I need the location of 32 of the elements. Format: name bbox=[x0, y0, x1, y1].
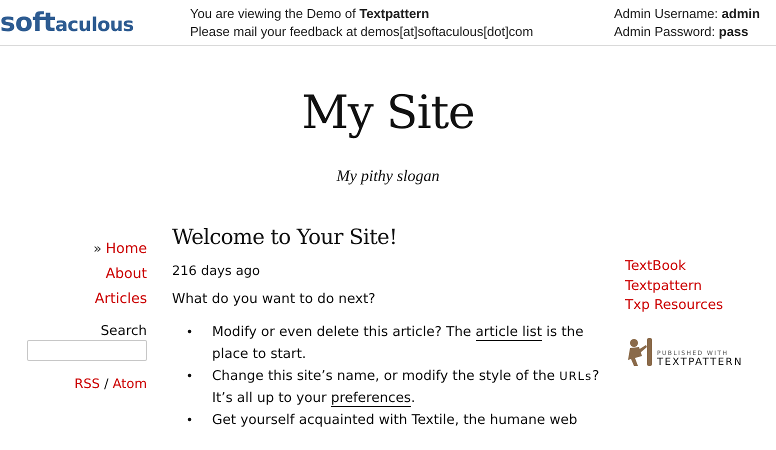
bullet: • bbox=[186, 368, 194, 385]
bullet: • bbox=[186, 324, 194, 341]
credential-text: Admin Password: pass bbox=[614, 24, 750, 39]
sidebar-link[interactable]: Txp Resources bbox=[625, 296, 724, 316]
scribe-icon bbox=[625, 336, 655, 368]
list-item: Get yourself acquainted with Textile, the humane web bbox=[212, 411, 578, 430]
nav-link[interactable]: About bbox=[106, 266, 147, 282]
demo-notice: You are viewing the Demo of Textpattern bbox=[190, 6, 430, 21]
separator: / bbox=[104, 377, 108, 392]
sidebar-link[interactable]: TextBook bbox=[625, 257, 686, 276]
list-item: Modify or even delete this article? The article list is the place to start. bbox=[212, 323, 585, 364]
site-title: My Site bbox=[300, 86, 476, 138]
sidebar-link[interactable]: Textpattern bbox=[625, 276, 702, 296]
feed-link[interactable]: RSS bbox=[74, 377, 100, 392]
article-text: What do you want to do next? bbox=[172, 291, 376, 307]
demo-notice: Please mail your feedback at demos[at]softaculous[dot]com bbox=[190, 24, 534, 39]
credential-text: Admin Username: admin bbox=[614, 6, 761, 21]
text-link[interactable]: article list bbox=[476, 324, 542, 341]
article-date: 216 days ago bbox=[172, 264, 260, 279]
badge-title: TEXTPATTERN bbox=[657, 356, 743, 368]
list-item: Change this site’s name, or modify the style of the URLs? It’s all up to your preferences. bbox=[212, 367, 600, 409]
nav-link[interactable]: Articles bbox=[94, 291, 147, 307]
current-marker: » bbox=[93, 241, 102, 257]
softaculous-logo[interactable]: softaculous bbox=[0, 8, 190, 38]
text-link[interactable]: preferences bbox=[330, 390, 411, 407]
search-label: Search bbox=[100, 322, 147, 340]
article-title: Welcome to Your Site! bbox=[172, 224, 398, 250]
feed-link[interactable]: Atom bbox=[112, 377, 147, 392]
bullet: • bbox=[186, 412, 194, 429]
site-slogan: My pithy slogan bbox=[336, 168, 440, 186]
search-field[interactable] bbox=[27, 340, 147, 361]
nav-link[interactable]: Home bbox=[106, 241, 147, 257]
